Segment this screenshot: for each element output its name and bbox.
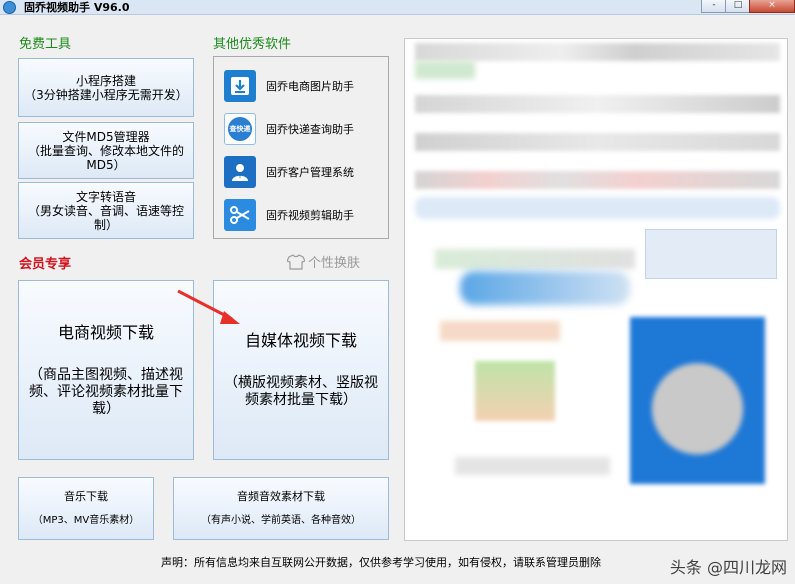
- blurred-line: [415, 95, 780, 113]
- close-button[interactable]: ×: [749, 0, 795, 13]
- free-tools-title: 免费工具: [19, 37, 72, 52]
- blurred-line: [415, 61, 475, 79]
- express-badge: 查快递: [228, 117, 252, 141]
- blurred-line: [435, 249, 635, 269]
- software-item-customer[interactable]: 固乔客户管理系统: [224, 155, 354, 189]
- software-label-customer: 固乔客户管理系统: [266, 166, 354, 179]
- text-to-speech-desc: （男女读音、音调、语速等控制）: [27, 203, 184, 232]
- mini-program-button[interactable]: 小程序搭建 （3分钟搭建小程序无需开发）: [18, 58, 194, 117]
- ecommerce-video-desc: （商品主图视频、描述视频、评论视频素材批量下载）: [29, 366, 183, 417]
- software-label-express: 固乔快递查询助手: [266, 123, 354, 136]
- md5-manager-label: 文件MD5管理器: [62, 129, 150, 144]
- watermark: 头条 @四川龙网: [669, 558, 787, 577]
- music-download-label: 音乐下载: [64, 489, 108, 503]
- text-to-speech-label: 文字转语音: [75, 189, 136, 204]
- software-item-express[interactable]: 查快递 固乔快递查询助手: [224, 112, 354, 146]
- blurred-image: [475, 361, 555, 421]
- blurred-line: [460, 271, 630, 305]
- blurred-line: [440, 321, 560, 341]
- software-item-image-helper[interactable]: 固乔电商图片助手: [224, 69, 354, 103]
- ecommerce-video-label: 电商视频下载: [57, 322, 154, 342]
- vip-title: 会员专享: [19, 257, 72, 272]
- software-item-video-edit[interactable]: 固乔视频剪辑助手: [224, 198, 354, 232]
- skin-label: 个性换肤: [308, 256, 361, 271]
- express-search-icon: 查快递: [224, 113, 256, 145]
- media-video-desc: （横版视频素材、竖版视频素材批量下载）: [224, 375, 378, 408]
- ecommerce-video-download-button[interactable]: 电商视频下载 （商品主图视频、描述视频、评论视频素材批量下载）: [18, 280, 194, 460]
- other-software-panel: 固乔电商图片助手 查快递 固乔快递查询助手 固乔客户管理系统 固乔视频剪辑助手: [213, 56, 389, 239]
- tshirt-icon: [287, 253, 305, 270]
- app-icon: [3, 1, 16, 14]
- customer-icon: [224, 156, 256, 188]
- software-label-image-helper: 固乔电商图片助手: [266, 80, 354, 93]
- software-label-video-edit: 固乔视频剪辑助手: [266, 209, 354, 222]
- blurred-line: [415, 43, 780, 61]
- blurred-image: [630, 317, 765, 484]
- audio-effects-label: 音频音效素材下载: [237, 489, 325, 503]
- audio-effects-download-button[interactable]: 音频音效素材下载 （有声小说、学前英语、各种音效）: [173, 477, 389, 540]
- blurred-line: [415, 171, 780, 189]
- info-panel: [404, 38, 788, 541]
- scissors-icon: [224, 199, 256, 231]
- mini-program-label: 小程序搭建: [75, 73, 136, 88]
- md5-manager-button[interactable]: 文件MD5管理器 （批量查询、修改本地文件的MD5）: [18, 122, 194, 179]
- music-download-button[interactable]: 音乐下载 （MP3、MV音乐素材）: [18, 477, 154, 540]
- window-title: 固乔视频助手 V96.0: [24, 1, 130, 14]
- annotation-arrow: [177, 289, 240, 324]
- blurred-line: [455, 457, 610, 475]
- skin-button[interactable]: 个性换肤: [287, 252, 360, 271]
- mini-program-desc: （3分钟搭建小程序无需开发）: [24, 87, 188, 102]
- minimize-button[interactable]: -: [701, 0, 727, 13]
- md5-manager-desc: （批量查询、修改本地文件的MD5）: [27, 143, 184, 172]
- other-software-title: 其他优秀软件: [213, 37, 292, 52]
- blurred-line: [415, 133, 780, 151]
- maximize-button[interactable]: □: [725, 0, 751, 13]
- download-icon: [224, 70, 256, 102]
- audio-effects-desc: （有声小说、学前英语、各种音效）: [201, 514, 361, 526]
- blurred-image: [645, 229, 777, 279]
- title-bar: 固乔视频助手 V96.0 - □ ×: [0, 0, 795, 15]
- blurred-line: [415, 197, 780, 219]
- text-to-speech-button[interactable]: 文字转语音 （男女读音、音调、语速等控制）: [18, 182, 194, 239]
- media-video-label: 自媒体视频下载: [244, 331, 357, 350]
- music-download-desc: （MP3、MV音乐素材）: [32, 514, 140, 526]
- disclaimer: 声明：所有信息均来自互联网公开数据，仅供参考学习使用，如有侵权，请联系管理员删除: [161, 556, 601, 569]
